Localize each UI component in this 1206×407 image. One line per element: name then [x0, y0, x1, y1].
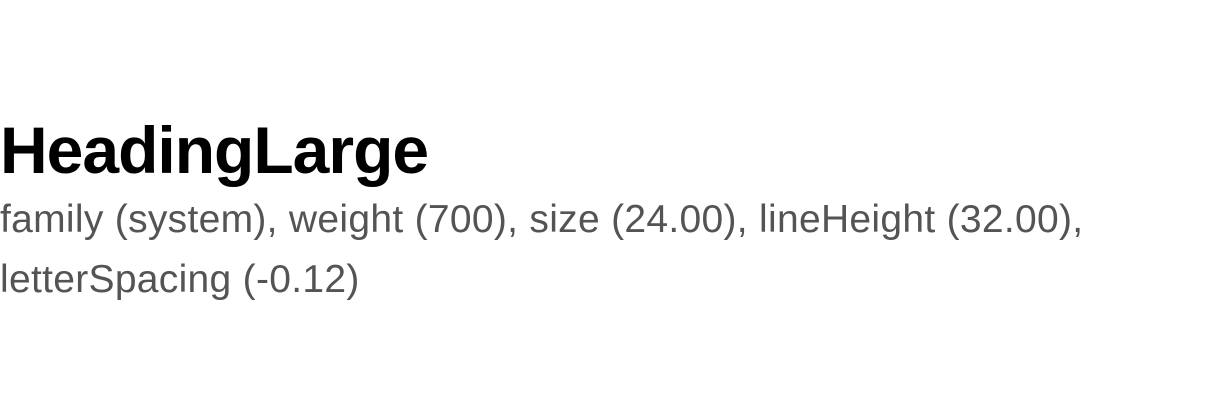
typography-sample-title: HeadingLarge	[0, 113, 429, 187]
typography-sample: HeadingLarge family (system), weight (70…	[0, 112, 1120, 310]
typography-sample-spec: family (system), weight (700), size (24.…	[0, 198, 1084, 301]
